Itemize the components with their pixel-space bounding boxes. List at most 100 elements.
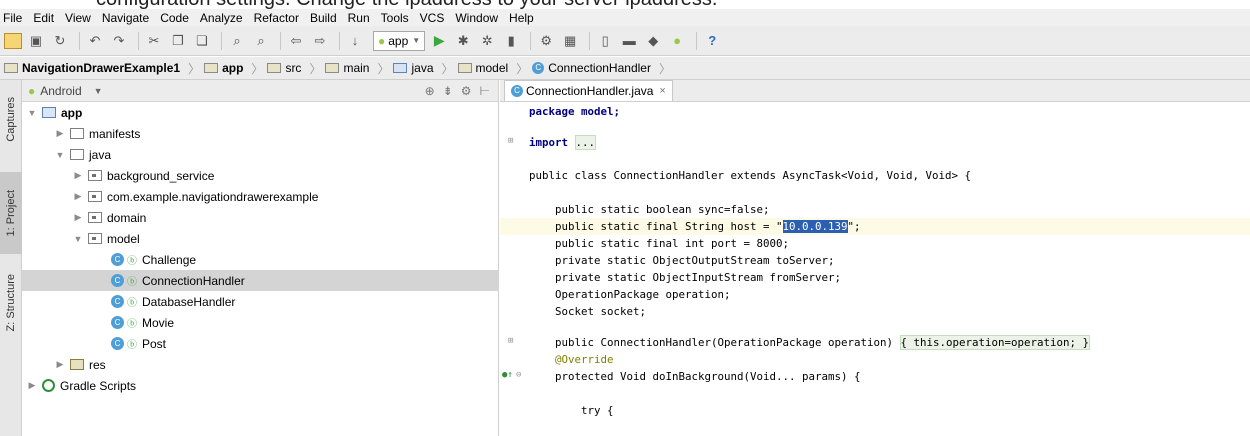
tree-node-movie[interactable]: C ⓑ Movie: [22, 312, 499, 333]
left-tool-strip: Captures 1: Project Z: Structure: [0, 80, 22, 436]
project-structure-icon[interactable]: ⚙: [536, 31, 556, 51]
menu-navigate[interactable]: Navigate: [102, 11, 149, 25]
tree-node-domain[interactable]: ▶ domain: [22, 207, 499, 228]
tree-node-gradle-scripts[interactable]: ▶ Gradle Scripts: [22, 375, 499, 396]
menu-analyze[interactable]: Analyze: [200, 11, 243, 25]
run-config-select[interactable]: ● app ▼: [373, 30, 426, 51]
forward-icon[interactable]: ⇨: [310, 31, 330, 51]
project-view-select[interactable]: Android: [40, 84, 81, 98]
tab-captures[interactable]: Captures: [0, 84, 22, 154]
toolbar-separator: [696, 31, 698, 50]
class-icon: C: [511, 85, 523, 97]
menu-refactor[interactable]: Refactor: [254, 11, 299, 25]
save-icon[interactable]: ▣: [26, 31, 46, 51]
menu-build[interactable]: Build: [310, 11, 337, 25]
tree-node-app[interactable]: ▼ app: [22, 102, 499, 123]
code-line: public static final int port = 8000;: [555, 237, 790, 250]
toolbar-separator: [530, 31, 532, 50]
chevron-right-icon: 〉: [658, 61, 671, 76]
project-folder-icon: [4, 63, 18, 73]
sync-gradle-icon[interactable]: ◆: [643, 31, 663, 51]
tree-node-java[interactable]: ▼ java: [22, 144, 499, 165]
replace-icon[interactable]: ⌕: [251, 31, 271, 51]
expanded-arrow-icon[interactable]: ▼: [54, 150, 66, 160]
expanded-arrow-icon[interactable]: ▼: [72, 234, 84, 244]
menu-window[interactable]: Window: [455, 11, 498, 25]
avd-manager-icon[interactable]: ▯: [595, 31, 615, 51]
folded-constructor-body[interactable]: { this.operation=operation; }: [899, 335, 1091, 350]
collapsed-arrow-icon[interactable]: ▶: [72, 191, 84, 202]
collapsed-arrow-icon[interactable]: ▶: [72, 170, 84, 181]
close-icon[interactable]: ×: [659, 85, 665, 97]
tree-node-com-example[interactable]: ▶ com.example.navigationdrawerexample: [22, 186, 499, 207]
folder-icon: [70, 149, 84, 160]
scroll-from-source-icon[interactable]: ⊕: [425, 84, 435, 98]
tab-connectionhandler-java[interactable]: C ConnectionHandler.java ×: [504, 80, 673, 101]
tree-node-res[interactable]: ▶ res: [22, 354, 499, 375]
sync-icon[interactable]: ↻: [50, 31, 70, 51]
cut-icon[interactable]: ✂: [144, 31, 164, 51]
collapse-all-icon[interactable]: ⇟: [443, 84, 453, 98]
code-area[interactable]: package model; ⊞ import ... public class…: [500, 102, 1250, 436]
breadcrumb-java[interactable]: java: [393, 61, 437, 75]
debug-icon[interactable]: ✱: [453, 31, 473, 51]
menu-run[interactable]: Run: [348, 11, 370, 25]
collapsed-arrow-icon[interactable]: ▶: [54, 128, 66, 139]
toolbar-separator: [221, 31, 222, 50]
paste-icon[interactable]: ❏: [192, 31, 212, 51]
chevron-right-icon: 〉: [251, 61, 264, 76]
make-project-icon[interactable]: ↓: [345, 31, 365, 51]
breadcrumb-main[interactable]: main: [325, 61, 373, 75]
expanded-arrow-icon[interactable]: ▼: [26, 108, 38, 118]
code-line: public static boolean sync=false;: [555, 203, 770, 216]
chevron-down-icon[interactable]: ▼: [94, 86, 103, 96]
help-icon[interactable]: ?: [702, 31, 722, 51]
tree-node-model[interactable]: ▼ model: [22, 228, 499, 249]
chevron-right-icon: 〉: [377, 61, 390, 76]
menu-edit[interactable]: Edit: [33, 11, 54, 25]
package-icon: [88, 212, 102, 223]
hide-panel-icon[interactable]: ⊢: [480, 84, 490, 98]
folded-imports[interactable]: ...: [574, 135, 597, 150]
collapsed-arrow-icon[interactable]: ▶: [54, 359, 66, 370]
menu-tools[interactable]: Tools: [381, 11, 409, 25]
code-line: import ...: [529, 135, 597, 150]
open-folder-icon[interactable]: [4, 32, 22, 49]
menu-file[interactable]: File: [3, 11, 22, 25]
breadcrumb-app[interactable]: app: [204, 61, 247, 75]
access-icon: ⓑ: [127, 298, 137, 309]
breadcrumb-src[interactable]: src: [267, 61, 305, 75]
coverage-icon[interactable]: ▮: [501, 31, 521, 51]
tree-node-connectionhandler[interactable]: C ⓑ ConnectionHandler: [22, 270, 499, 291]
menu-help[interactable]: Help: [509, 11, 534, 25]
device-monitor-icon[interactable]: ▬: [619, 31, 639, 51]
access-icon: ⓑ: [127, 256, 137, 267]
android-device-icon[interactable]: ●: [667, 31, 687, 51]
tab-project[interactable]: 1: Project: [0, 172, 22, 254]
attach-debugger-icon[interactable]: ✲: [477, 31, 497, 51]
menu-code[interactable]: Code: [160, 11, 189, 25]
tree-node-background-service[interactable]: ▶ background_service: [22, 165, 499, 186]
redo-icon[interactable]: ↷: [109, 31, 129, 51]
copy-icon[interactable]: ❐: [168, 31, 188, 51]
menu-vcs[interactable]: VCS: [420, 11, 445, 25]
breadcrumb-class[interactable]: C ConnectionHandler: [532, 61, 655, 75]
gear-icon[interactable]: ⚙: [461, 84, 472, 98]
undo-icon[interactable]: ↶: [85, 31, 105, 51]
back-icon[interactable]: ⇦: [286, 31, 306, 51]
tree-node-challenge[interactable]: C ⓑ Challenge: [22, 249, 499, 270]
run-icon[interactable]: ▶: [429, 31, 449, 51]
breadcrumb-project[interactable]: NavigationDrawerExample1: [4, 61, 184, 75]
sdk-manager-icon[interactable]: ▦: [560, 31, 580, 51]
tree-node-manifests[interactable]: ▶ manifests: [22, 123, 499, 144]
tab-structure[interactable]: Z: Structure: [0, 262, 22, 344]
tree-node-databasehandler[interactable]: C ⓑ DatabaseHandler: [22, 291, 499, 312]
find-icon[interactable]: ⌕: [227, 31, 247, 51]
collapsed-arrow-icon[interactable]: ▶: [72, 212, 84, 223]
collapsed-arrow-icon[interactable]: ▶: [26, 380, 38, 391]
tree-node-post[interactable]: C ⓑ Post: [22, 333, 499, 354]
class-icon: C: [111, 274, 124, 287]
menu-view[interactable]: View: [65, 11, 91, 25]
breadcrumb-model[interactable]: model: [457, 61, 513, 75]
selected-ip-address[interactable]: 10.0.0.139: [782, 220, 848, 233]
